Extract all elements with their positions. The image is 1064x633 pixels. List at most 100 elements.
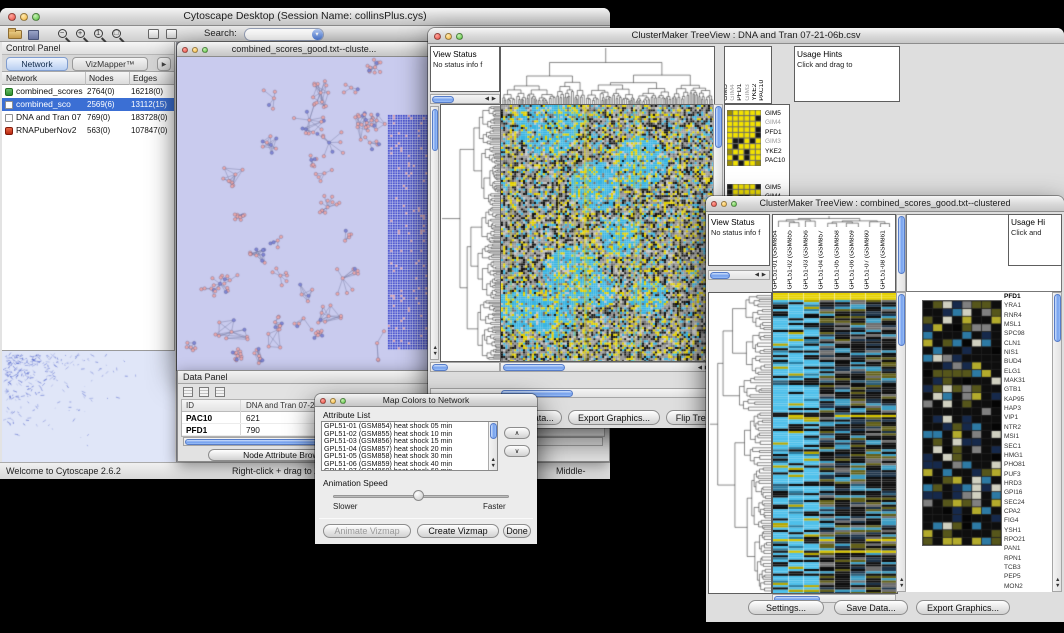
- column-header-network[interactable]: Network: [6, 72, 37, 84]
- row-scrollbar-left[interactable]: ▲ ▼: [430, 106, 439, 360]
- close-icon[interactable]: [8, 13, 16, 21]
- open-session-icon[interactable]: [8, 30, 22, 39]
- attribute-list-item[interactable]: GPL51-07 (GSM860) heat shock 60 min: [322, 467, 488, 471]
- gene-summary-matrix-1[interactable]: [727, 110, 761, 166]
- close-icon[interactable]: [320, 398, 326, 404]
- column-dendrogram[interactable]: [773, 215, 895, 227]
- zoom-actual-icon[interactable]: 1: [94, 29, 103, 38]
- minimize-icon[interactable]: [330, 398, 336, 404]
- move-down-button[interactable]: ∨: [504, 445, 530, 457]
- network-table-row[interactable]: combined_scores2764(0)16218(0): [2, 85, 174, 98]
- network-table-row[interactable]: DNA and Tran 07769(0)183728(0): [2, 111, 174, 124]
- scroll-left-icon[interactable]: ◀: [755, 273, 759, 279]
- move-up-button[interactable]: ∧: [504, 427, 530, 439]
- expression-heatmap[interactable]: [772, 292, 898, 594]
- slider-thumb[interactable]: [413, 490, 424, 501]
- attribute-list-scrollbar[interactable]: ▲ ▼: [488, 422, 497, 470]
- network-table-row[interactable]: RNAPuberNov2563(0)107847(0): [2, 124, 174, 137]
- maximize-icon[interactable]: [340, 398, 346, 404]
- gene-label: PEP5: [1004, 572, 1048, 581]
- scroll-right-icon[interactable]: ▶: [762, 273, 766, 279]
- column-header-nodes[interactable]: Nodes: [89, 72, 114, 84]
- scroll-down-icon[interactable]: ▼: [491, 464, 496, 470]
- search-input[interactable]: ▾: [244, 28, 324, 41]
- treeview-dna-titlebar[interactable]: ClusterMaker TreeView : DNA and Tran 07-…: [428, 28, 1064, 44]
- scroll-left-icon[interactable]: ◀: [485, 97, 489, 103]
- treeview-combined-titlebar[interactable]: ClusterMaker TreeView : combined_scores_…: [706, 196, 1064, 212]
- heatmap-vertical-scrollbar[interactable]: ▲ ▼: [896, 292, 906, 592]
- column-header-edges[interactable]: Edges: [133, 72, 157, 84]
- maximize-icon[interactable]: [202, 47, 208, 53]
- control-panel-title: Control Panel: [2, 42, 174, 55]
- minimize-icon[interactable]: [445, 33, 452, 40]
- scrollbar-thumb[interactable]: [710, 272, 730, 279]
- zoom-in-icon[interactable]: +: [76, 29, 85, 38]
- scrollbar-thumb[interactable]: [1054, 294, 1061, 342]
- network-window-titlebar[interactable]: combined_scores_good.txt--cluste...: [177, 42, 431, 57]
- expression-heatmap[interactable]: [500, 104, 715, 362]
- network-overview-thumbnail[interactable]: [3, 352, 174, 462]
- view-status-scrollbar[interactable]: ◀ ▶: [708, 270, 770, 280]
- search-dropdown-icon[interactable]: ▾: [312, 29, 323, 40]
- scrollbar-thumb[interactable]: [503, 364, 565, 371]
- tab-vizmapper[interactable]: VizMapper™: [72, 57, 148, 71]
- scrollbar-thumb[interactable]: [715, 106, 722, 148]
- network-canvas[interactable]: [177, 57, 431, 370]
- minimize-icon[interactable]: [721, 201, 727, 207]
- delete-attribute-icon[interactable]: [215, 387, 225, 397]
- heatmap-horizontal-scrollbar[interactable]: ◀ ▶: [500, 362, 713, 372]
- create-vizmap-button[interactable]: Create Vizmap: [417, 524, 499, 538]
- tab-network[interactable]: Network: [6, 57, 68, 71]
- scrollbar-thumb[interactable]: [432, 109, 438, 151]
- settings-button[interactable]: Settings...: [748, 600, 824, 615]
- dialog-titlebar[interactable]: Map Colors to Network: [315, 394, 537, 407]
- column-header-id[interactable]: ID: [186, 400, 194, 411]
- scrollbar-thumb[interactable]: [898, 216, 905, 274]
- control-panel-tabs: Network VizMapper™ ▶: [2, 55, 174, 72]
- scroll-right-icon[interactable]: ▶: [492, 97, 496, 103]
- export-graphics-button[interactable]: Export Graphics...: [568, 410, 660, 425]
- save-session-icon[interactable]: [28, 30, 39, 40]
- overview-icon[interactable]: [166, 29, 177, 39]
- gene-list-scrollbar[interactable]: ▲ ▼: [1052, 292, 1062, 592]
- view-status-scrollbar[interactable]: ◀ ▶: [430, 94, 500, 104]
- selected-genes-heatmap[interactable]: [922, 300, 1002, 546]
- scroll-down-icon[interactable]: ▼: [1055, 584, 1060, 590]
- scrollbar-thumb[interactable]: [432, 364, 448, 371]
- save-data-button[interactable]: Save Data...: [834, 600, 908, 615]
- done-button[interactable]: Done: [503, 524, 531, 538]
- array-column-label: GPL51-01 (GSM854: [773, 230, 780, 289]
- maximize-icon[interactable]: [456, 33, 463, 40]
- column-scrollbar[interactable]: [896, 214, 906, 292]
- scrollbar-thumb[interactable]: [898, 294, 905, 346]
- zoom-fit-icon[interactable]: □: [112, 29, 121, 38]
- scroll-left-icon[interactable]: ◀: [698, 366, 702, 372]
- row-dendrogram[interactable]: [708, 292, 772, 594]
- network-name-cell: RNAPuberNov2: [16, 124, 85, 137]
- network-icon-green: [5, 88, 13, 96]
- create-attribute-icon[interactable]: [199, 387, 209, 397]
- maximize-icon[interactable]: [731, 201, 737, 207]
- close-icon[interactable]: [711, 201, 717, 207]
- minimize-icon[interactable]: [192, 47, 198, 53]
- annotation-icon[interactable]: [148, 29, 159, 39]
- select-attributes-icon[interactable]: [183, 387, 193, 397]
- scrollbar-thumb[interactable]: [490, 423, 497, 439]
- close-icon[interactable]: [434, 33, 441, 40]
- scroll-down-icon[interactable]: ▼: [899, 584, 904, 590]
- search-label: Search:: [204, 26, 237, 41]
- scrollbar-thumb[interactable]: [432, 96, 454, 103]
- minimize-icon[interactable]: [20, 13, 28, 21]
- network-table-row[interactable]: combined_sco2569(6)13112(15): [2, 98, 174, 111]
- main-titlebar[interactable]: Cytoscape Desktop (Session Name: collins…: [0, 8, 610, 26]
- column-dendrogram[interactable]: [500, 46, 715, 106]
- tab-overflow-icon[interactable]: ▶: [157, 57, 171, 71]
- animate-vizmap-button[interactable]: Animate Vizmap: [323, 524, 411, 538]
- maximize-icon[interactable]: [32, 13, 40, 21]
- export-graphics-button[interactable]: Export Graphics...: [916, 600, 1010, 615]
- scroll-down-icon[interactable]: ▼: [433, 352, 438, 358]
- row-dendrogram[interactable]: [440, 104, 502, 362]
- dendrogram-horizontal-scrollbar[interactable]: [430, 362, 500, 372]
- close-icon[interactable]: [182, 47, 188, 53]
- zoom-out-icon[interactable]: −: [58, 29, 67, 38]
